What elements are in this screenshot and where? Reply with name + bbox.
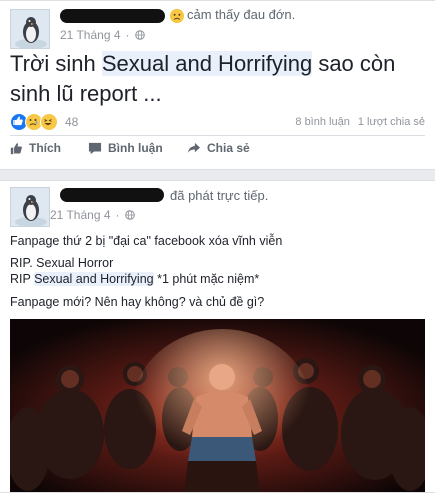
post-text: Trời sinh Sexual and Horrifying sao còn … [10, 51, 396, 106]
share-button[interactable]: Chia sẻ [187, 141, 250, 155]
like-label: Thích [29, 141, 61, 155]
author-name-redacted[interactable] [60, 188, 164, 202]
post-stats: 8 bình luận 1 lượt chia sẻ [295, 116, 425, 128]
feed-post-1: cảm thấy đau đớn. 21 Tháng 4 · Trời sinh… [0, 0, 435, 170]
comment-count[interactable]: 8 bình luận [295, 116, 349, 128]
timestamp[interactable]: 21 Tháng 4 [50, 208, 111, 222]
sad-mood-icon [170, 8, 184, 23]
post-action-text: cảm thấy đau đớn. [187, 7, 296, 22]
reaction-count[interactable]: 48 [65, 115, 78, 129]
avatar[interactable] [10, 9, 50, 49]
haha-reaction-icon [40, 113, 58, 131]
author-name-redacted[interactable] [60, 9, 165, 23]
page-mention[interactable]: Sexual and Horrifying [34, 272, 154, 286]
timestamp[interactable]: 21 Tháng 4 [60, 28, 121, 42]
feed-post-2: đã phát trực tiếp. 21 Tháng 4 · Fanpage … [0, 180, 435, 493]
reaction-summary[interactable]: 48 [10, 113, 78, 131]
post-meta: 21 Tháng 4 · [60, 28, 145, 42]
comment-icon [88, 142, 102, 154]
post-meta: 21 Tháng 4 · [50, 208, 135, 222]
globe-icon [134, 30, 145, 40]
post-actions: Thích Bình luận Chia sẻ [10, 141, 425, 155]
post-action: đã phát trực tiếp. [170, 188, 268, 203]
avatar[interactable] [10, 187, 50, 227]
post-line-2: RIP. Sexual Horror [10, 256, 114, 270]
share-icon [188, 142, 200, 153]
divider [10, 135, 425, 136]
comment-button[interactable]: Bình luận [88, 141, 187, 155]
page-mention[interactable]: Sexual and Horrifying [101, 51, 313, 76]
post-image[interactable] [10, 319, 425, 492]
post-line-1: Fanpage thứ 2 bị "đại ca" facebook xóa v… [10, 234, 283, 248]
post-action: cảm thấy đau đớn. [170, 7, 295, 23]
share-count[interactable]: 1 lượt chia sẻ [358, 116, 425, 128]
like-button[interactable]: Thích [10, 141, 88, 155]
share-label: Chia sẻ [207, 141, 250, 155]
globe-icon [124, 210, 135, 220]
like-icon [10, 142, 22, 154]
comment-label: Bình luận [108, 141, 163, 155]
post-line-3: RIP Sexual and Horrifying *1 phút mặc ni… [10, 272, 260, 286]
post-line-4: Fanpage mới? Nên hay không? và chủ đề gì… [10, 295, 265, 309]
post-action-text: đã phát trực tiếp. [170, 188, 269, 203]
